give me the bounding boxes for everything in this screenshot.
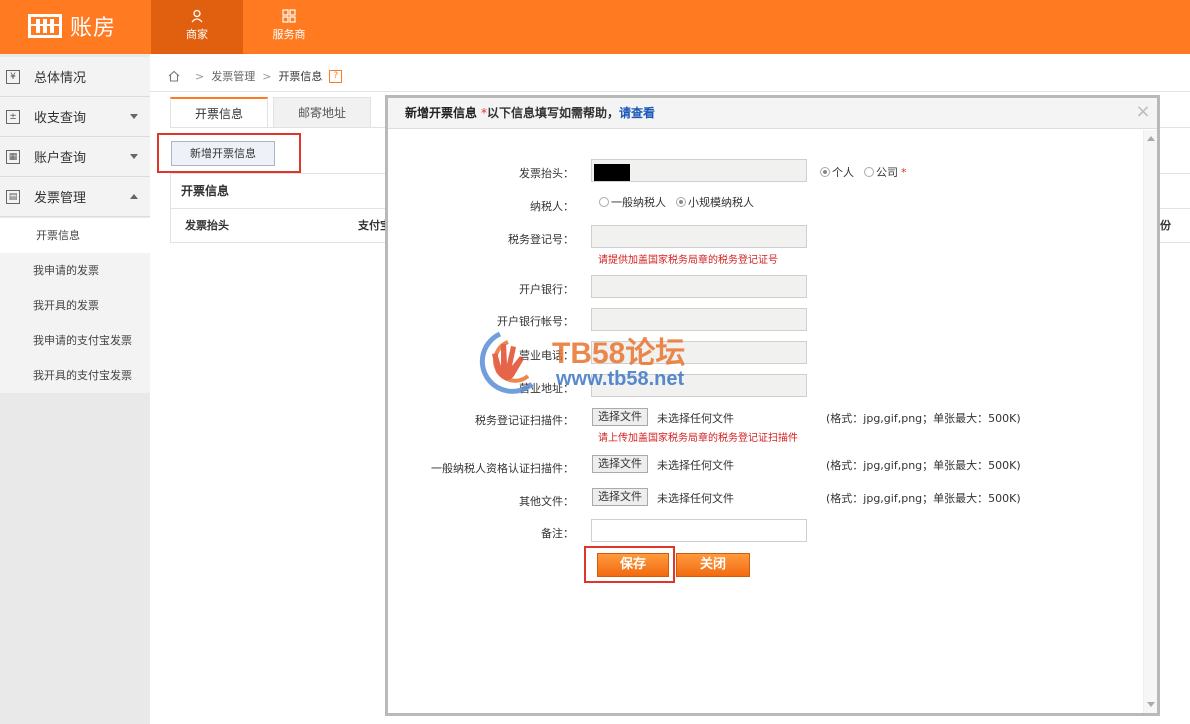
dialog-help-note: 以下信息填写如需帮助， [487, 106, 620, 120]
breadcrumb-current: 开票信息 [278, 70, 323, 83]
remark-label: 备注： [541, 527, 574, 540]
yuan-icon: ¥ [6, 69, 20, 84]
redacted-value [594, 164, 630, 181]
close-button[interactable]: 关闭 [676, 553, 750, 577]
sidebar-subitem-my-requested[interactable]: 我申请的发票 [0, 253, 150, 288]
chevron-down-icon [130, 154, 138, 159]
remark-input[interactable] [591, 519, 807, 542]
invoice-title-type: 个人 公司 * [820, 164, 907, 180]
chevron-right-icon: > [262, 69, 272, 83]
logo[interactable]: 账房 [28, 10, 116, 42]
radio-general-taxpayer-label: 一般纳税人 [611, 196, 666, 209]
other-file-status: 未选择任何文件 [657, 492, 734, 505]
scroll-down-icon[interactable] [1147, 702, 1155, 707]
chevron-up-icon [130, 194, 138, 199]
tax-reg-input[interactable] [591, 225, 807, 248]
general-cert-choose-file-button[interactable]: 选择文件 [592, 455, 648, 473]
other-choose-file-button[interactable]: 选择文件 [592, 488, 648, 506]
invoice-title-label: 发票抬头： [519, 167, 574, 180]
sidebar-item-label: 发票管理 [34, 191, 87, 206]
sidebar-item-label: 总体情况 [34, 71, 87, 86]
dialog-header: 新增开票信息 *以下信息填写如需帮助，请查看 [388, 98, 1157, 129]
tab-mailing-address[interactable]: 邮寄地址 [273, 97, 371, 128]
required-star: * [901, 165, 907, 179]
tax-cert-hint: 请上传加盖国家税务局章的税务登记证扫描件 [598, 433, 798, 444]
taxpayer-label: 纳税人： [530, 200, 574, 213]
tab-invoice-info[interactable]: 开票信息 [170, 97, 268, 128]
sidebar: ¥ 总体情况 ± 收支查询 ▦ 账户查询 ▤ 发票管理 开票信息 我申请的发票 … [0, 54, 150, 724]
radio-company[interactable] [864, 167, 874, 177]
sidebar-subitem-invoice-info[interactable]: 开票信息 [0, 218, 150, 253]
radio-general-taxpayer[interactable] [599, 197, 609, 207]
help-icon[interactable]: ? [329, 69, 343, 83]
sidebar-item-label: 账户查询 [34, 151, 87, 166]
bank-label: 开户银行： [519, 283, 574, 296]
logo-text: 账房 [70, 16, 117, 41]
sidebar-subitem-alipay-requested[interactable]: 我申请的支付宝发票 [0, 323, 150, 358]
sidebar-item-label: 收支查询 [34, 111, 87, 126]
divider [150, 91, 1190, 92]
sidebar-item-account[interactable]: ▦ 账户查询 [0, 137, 150, 177]
radio-small-taxpayer-label: 小规模纳税人 [688, 196, 754, 209]
top-bar: 账房 商家 服务商 [0, 0, 1190, 54]
sidebar-item-income-expense[interactable]: ± 收支查询 [0, 97, 150, 137]
general-cert-file-format: (格式：jpg,gif,png；单张最大：500K) [826, 459, 1021, 472]
radio-personal-label: 个人 [832, 166, 854, 179]
add-invoice-dialog: 新增开票信息 *以下信息填写如需帮助，请查看 × 发票抬头： 个人 公司 * 纳税… [385, 95, 1160, 716]
divider [170, 173, 171, 243]
dialog-scrollbar[interactable] [1143, 130, 1157, 713]
nav-merchant-label: 商家 [186, 28, 208, 41]
chevron-right-icon: > [195, 69, 205, 83]
radio-company-label: 公司 [876, 166, 898, 179]
sidebar-item-overview[interactable]: ¥ 总体情况 [0, 57, 150, 97]
dialog-title: 新增开票信息 [405, 106, 478, 120]
taxpayer-type: 一般纳税人 小规模纳税人 [599, 194, 754, 210]
breadcrumb-parent[interactable]: 发票管理 [211, 68, 255, 84]
tax-reg-hint: 请提供加盖国家税务局章的税务登记证号 [598, 255, 778, 266]
highlight-box [157, 133, 301, 173]
grid-icon: ▦ [6, 149, 20, 164]
watermark: TB58论坛 www.tb58.net [470, 326, 730, 396]
close-icon[interactable]: × [1135, 103, 1151, 121]
sidebar-item-invoice[interactable]: ▤ 发票管理 [0, 177, 150, 217]
tax-cert-file-status: 未选择任何文件 [657, 412, 734, 425]
watermark-url: www.tb58.net [556, 368, 685, 390]
home-icon[interactable] [168, 70, 180, 82]
general-cert-file-status: 未选择任何文件 [657, 459, 734, 472]
other-file-label: 其他文件： [519, 495, 574, 508]
scroll-up-icon[interactable] [1147, 136, 1155, 141]
help-link[interactable]: 请查看 [619, 106, 655, 120]
column-header: 发票抬头 [185, 219, 229, 232]
watermark-title: TB58论坛 [552, 337, 686, 370]
tax-cert-file-format: (格式：jpg,gif,png；单张最大：500K) [826, 412, 1021, 425]
tax-reg-label: 税务登记号： [508, 233, 574, 246]
sidebar-subitem-alipay-issued[interactable]: 我开具的支付宝发票 [0, 358, 150, 393]
nav-service-provider-label: 服务商 [272, 28, 306, 41]
user-icon [191, 9, 203, 23]
abacus-logo-icon [28, 14, 62, 38]
nav-service-provider[interactable]: 服务商 [243, 0, 335, 54]
invoice-icon: ▤ [6, 189, 20, 204]
column-header: 份 [1160, 219, 1171, 232]
plus-minus-icon: ± [6, 109, 20, 124]
nav-merchant[interactable]: 商家 [151, 0, 243, 54]
bank-input[interactable] [591, 275, 807, 298]
chevron-down-icon [130, 114, 138, 119]
apps-grid-icon [282, 9, 296, 23]
other-file-format: (格式：jpg,gif,png；单张最大：500K) [826, 492, 1021, 505]
breadcrumb: > 发票管理 > 开票信息 ? [168, 67, 343, 85]
tax-cert-choose-file-button[interactable]: 选择文件 [592, 408, 648, 426]
general-cert-label: 一般纳税人资格认证扫描件： [431, 462, 574, 475]
sidebar-subitem-my-issued[interactable]: 我开具的发票 [0, 288, 150, 323]
highlight-box [584, 546, 675, 583]
radio-personal[interactable] [820, 167, 830, 177]
hand-logo-icon [479, 331, 534, 394]
tax-cert-label: 税务登记证扫描件： [475, 414, 574, 427]
radio-small-taxpayer[interactable] [676, 197, 686, 207]
